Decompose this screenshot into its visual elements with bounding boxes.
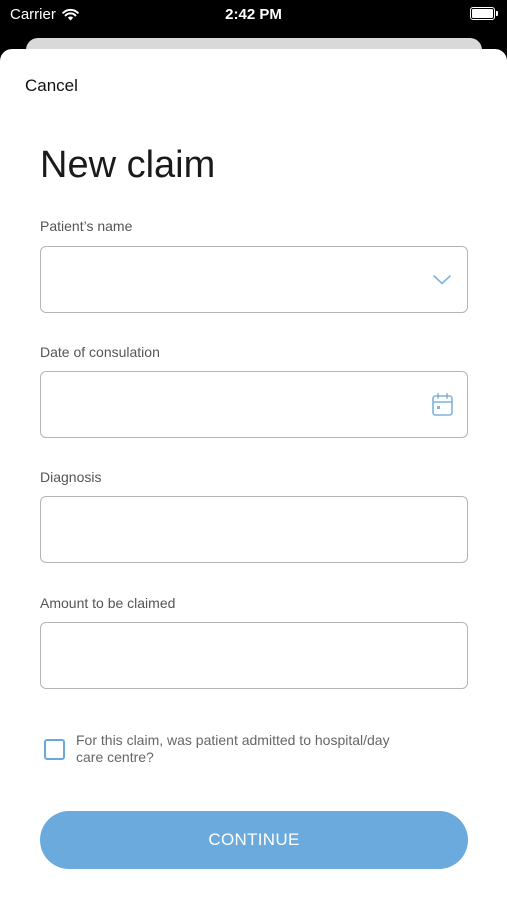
date-field[interactable] <box>40 371 468 438</box>
date-label: Date of consulation <box>40 344 160 360</box>
chevron-down-icon <box>431 269 453 291</box>
diagnosis-field[interactable] <box>40 496 468 563</box>
continue-button[interactable]: CONTINUE <box>40 811 468 869</box>
patient-name-select[interactable] <box>40 246 468 313</box>
new-claim-sheet: Cancel New claim Patient’s name Date of … <box>0 49 507 900</box>
admitted-label[interactable]: For this claim, was patient admitted to … <box>76 732 416 766</box>
cancel-button[interactable]: Cancel <box>25 76 78 96</box>
calendar-icon[interactable] <box>431 393 453 416</box>
status-bar: Carrier 2:42 PM <box>0 0 507 34</box>
page-title: New claim <box>40 144 216 186</box>
amount-label: Amount to be claimed <box>40 595 176 611</box>
battery-icon <box>470 7 498 20</box>
admitted-option: For this claim, was patient admitted to … <box>44 732 444 766</box>
patient-name-label: Patient’s name <box>40 218 133 234</box>
amount-field[interactable] <box>40 622 468 689</box>
clock: 2:42 PM <box>225 6 282 23</box>
diagnosis-label: Diagnosis <box>40 469 102 485</box>
admitted-checkbox[interactable] <box>44 739 65 760</box>
